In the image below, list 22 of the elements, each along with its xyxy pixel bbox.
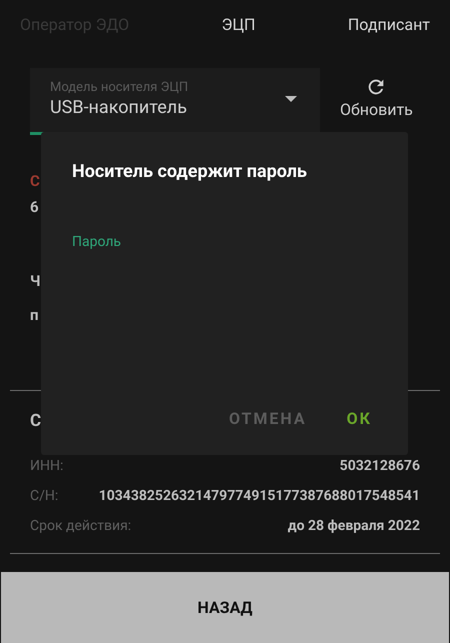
carrier-dropdown[interactable]: Модель носителя ЭЦП USB-накопитель: [30, 68, 320, 132]
dialog-button[interactable]: ОК: [346, 407, 372, 431]
field-value: 1034382526321479774915177387688017548541: [98, 486, 420, 506]
dropdown-label: Модель носителя ЭЦП: [50, 80, 190, 96]
body-text: 6: [30, 197, 39, 218]
dropdown-value: USB-накопитель: [50, 96, 187, 120]
field-value: 5032128676: [340, 456, 420, 476]
field-label: Срок действия:: [30, 516, 132, 536]
body-text: п: [30, 305, 38, 326]
field-label: ИНН:: [30, 456, 64, 476]
tab[interactable]: Подписант: [348, 13, 430, 37]
body-text: С: [30, 171, 40, 192]
caret-icon: [285, 96, 297, 102]
refresh-button[interactable]: Обновить: [340, 68, 413, 132]
section-heading: С: [30, 410, 42, 433]
body-text: Ч: [30, 271, 40, 292]
tab[interactable]: ЭЦП: [222, 13, 256, 37]
password-field[interactable]: Пароль: [72, 229, 377, 349]
field-value: до 28 февраля 2022: [288, 516, 420, 536]
back-button[interactable]: НАЗАД: [1, 572, 449, 643]
field-label: С/Н:: [30, 486, 58, 506]
dialog-title: Носитель содержит пароль: [72, 160, 307, 184]
